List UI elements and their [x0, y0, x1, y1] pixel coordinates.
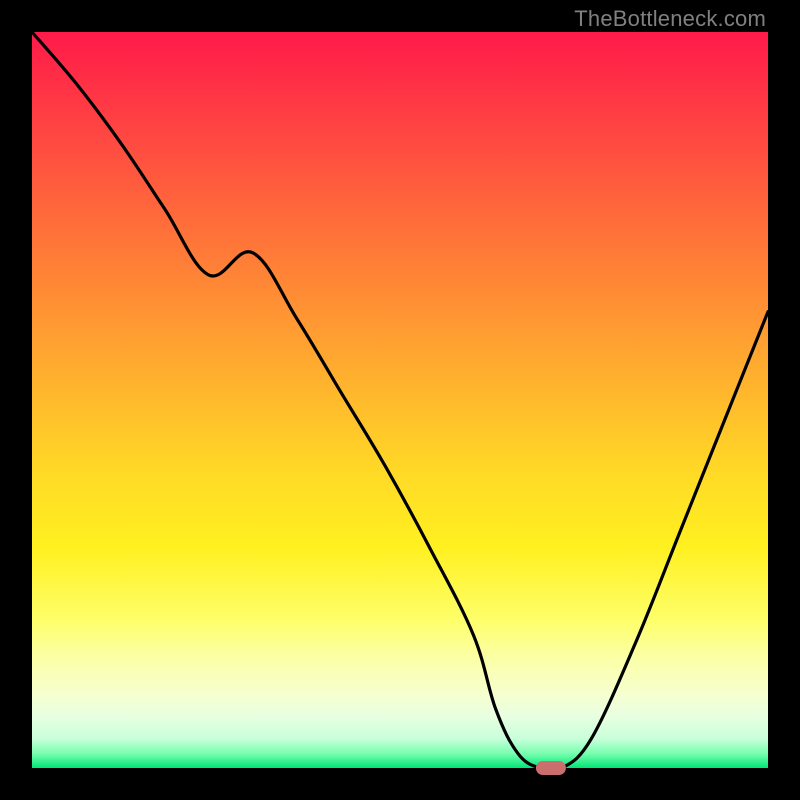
bottleneck-curve — [32, 32, 768, 771]
watermark-text: TheBottleneck.com — [574, 6, 766, 32]
curve-layer — [32, 32, 768, 768]
chart-frame: TheBottleneck.com — [0, 0, 800, 800]
optimal-point-marker — [536, 761, 566, 775]
